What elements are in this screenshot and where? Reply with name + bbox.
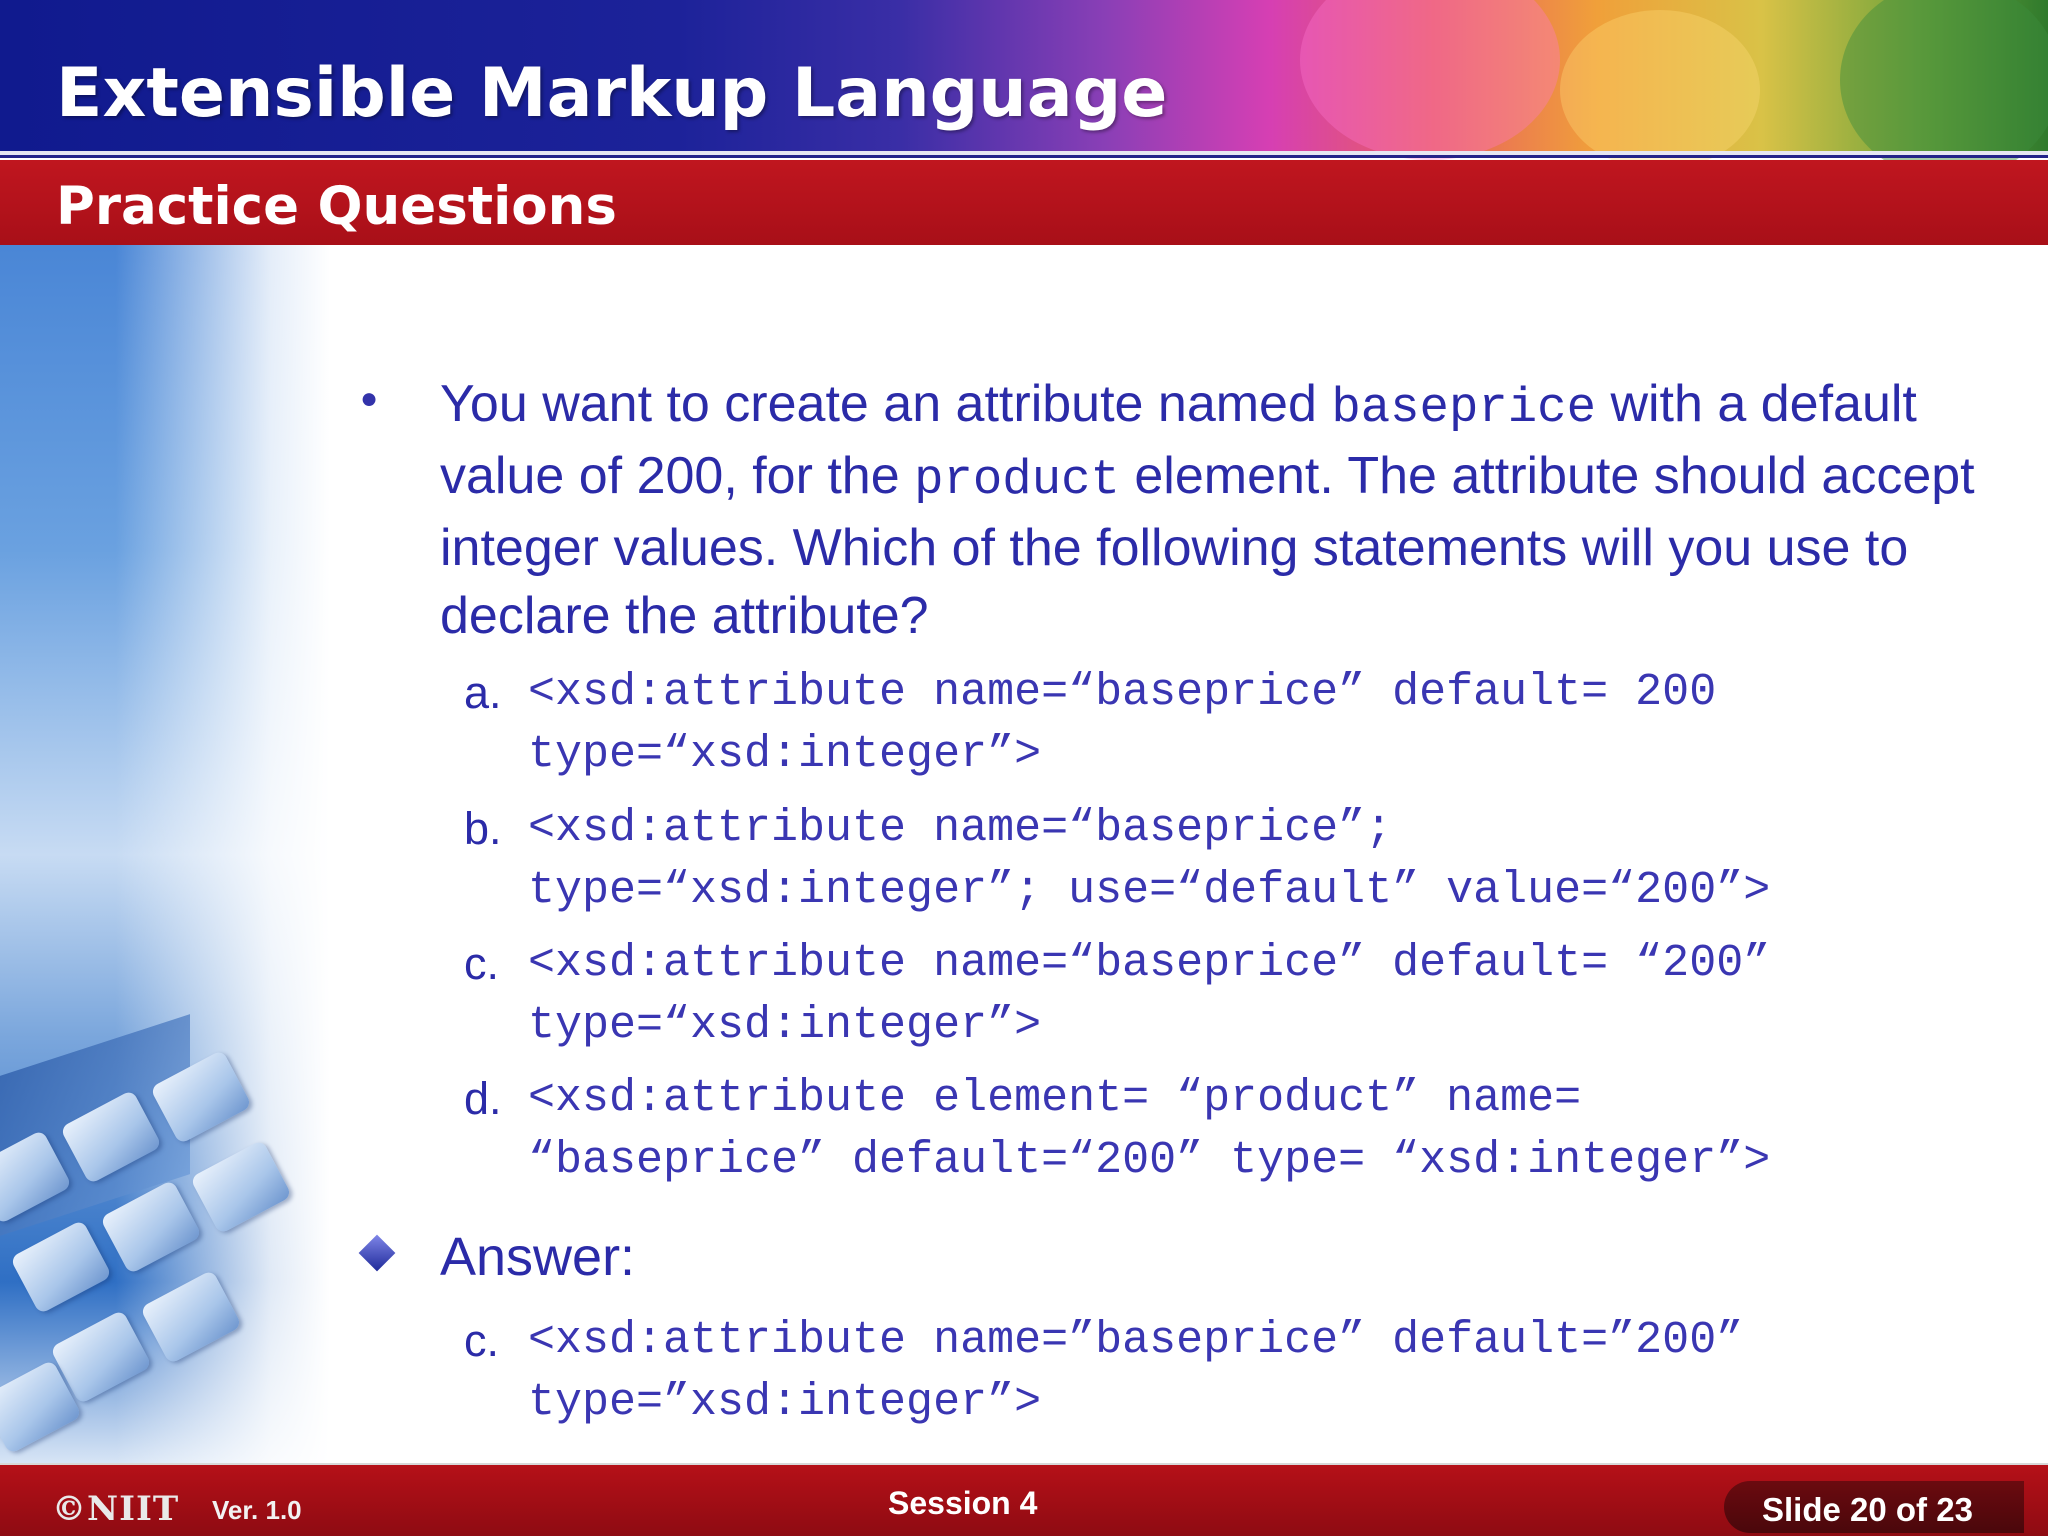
- diamond-bullet-icon: [358, 1234, 396, 1272]
- slide-number: Slide 20 of 23: [1762, 1491, 1973, 1528]
- option-code: <xsd:attribute name=“baseprice”; type=“x…: [528, 803, 1771, 916]
- option-code: <xsd:attribute name=“baseprice” default=…: [528, 938, 1771, 1051]
- slide: Extensible Markup Language Practice Ques…: [0, 0, 2048, 1536]
- option-code: <xsd:attribute name=“baseprice” default=…: [528, 667, 1717, 780]
- option-letter: b.: [464, 803, 502, 854]
- keyboard-key-image: [189, 1139, 293, 1235]
- footer-bar: ©NIIT Ver. 1.0 Session 4 Slide 20 of 23: [0, 1465, 2048, 1536]
- session-label: Session 4: [888, 1485, 1038, 1521]
- answer-code: <xsd:attribute name=”baseprice” default=…: [528, 1315, 1744, 1428]
- banner-decoration: [1300, 0, 1560, 160]
- side-decoration: [0, 245, 330, 1465]
- header-banner: Extensible Markup Language: [0, 0, 2048, 180]
- section-title: Practice Questions: [56, 176, 617, 237]
- keyboard-key-image: [9, 1219, 113, 1315]
- version-label: Ver. 1.0: [212, 1495, 302, 1525]
- inline-code: product: [914, 452, 1120, 508]
- option-code: <xsd:attribute element= “product” name= …: [528, 1073, 1771, 1186]
- page-title: Extensible Markup Language: [56, 54, 1168, 133]
- bullet-icon: ●: [360, 382, 379, 415]
- inline-code: baseprice: [1331, 380, 1596, 436]
- option-letter: d.: [464, 1073, 502, 1124]
- answer-label: Answer:: [440, 1227, 636, 1287]
- keyboard-key-image: [139, 1269, 243, 1365]
- section-bar: Practice Questions: [0, 160, 2048, 245]
- option-letter: c.: [464, 938, 500, 989]
- option-letter: a.: [464, 667, 502, 718]
- header-divider: [0, 155, 2048, 158]
- answer-letter: c.: [464, 1315, 500, 1366]
- slide-counter: Slide 20 of 23: [1724, 1481, 2024, 1533]
- banner-decoration: [1560, 10, 1760, 170]
- niit-logo: ©NIIT: [52, 1489, 180, 1529]
- question-text-part: You want to create an attribute named: [440, 375, 1332, 433]
- question-text: You want to create an attribute named ba…: [440, 370, 2040, 650]
